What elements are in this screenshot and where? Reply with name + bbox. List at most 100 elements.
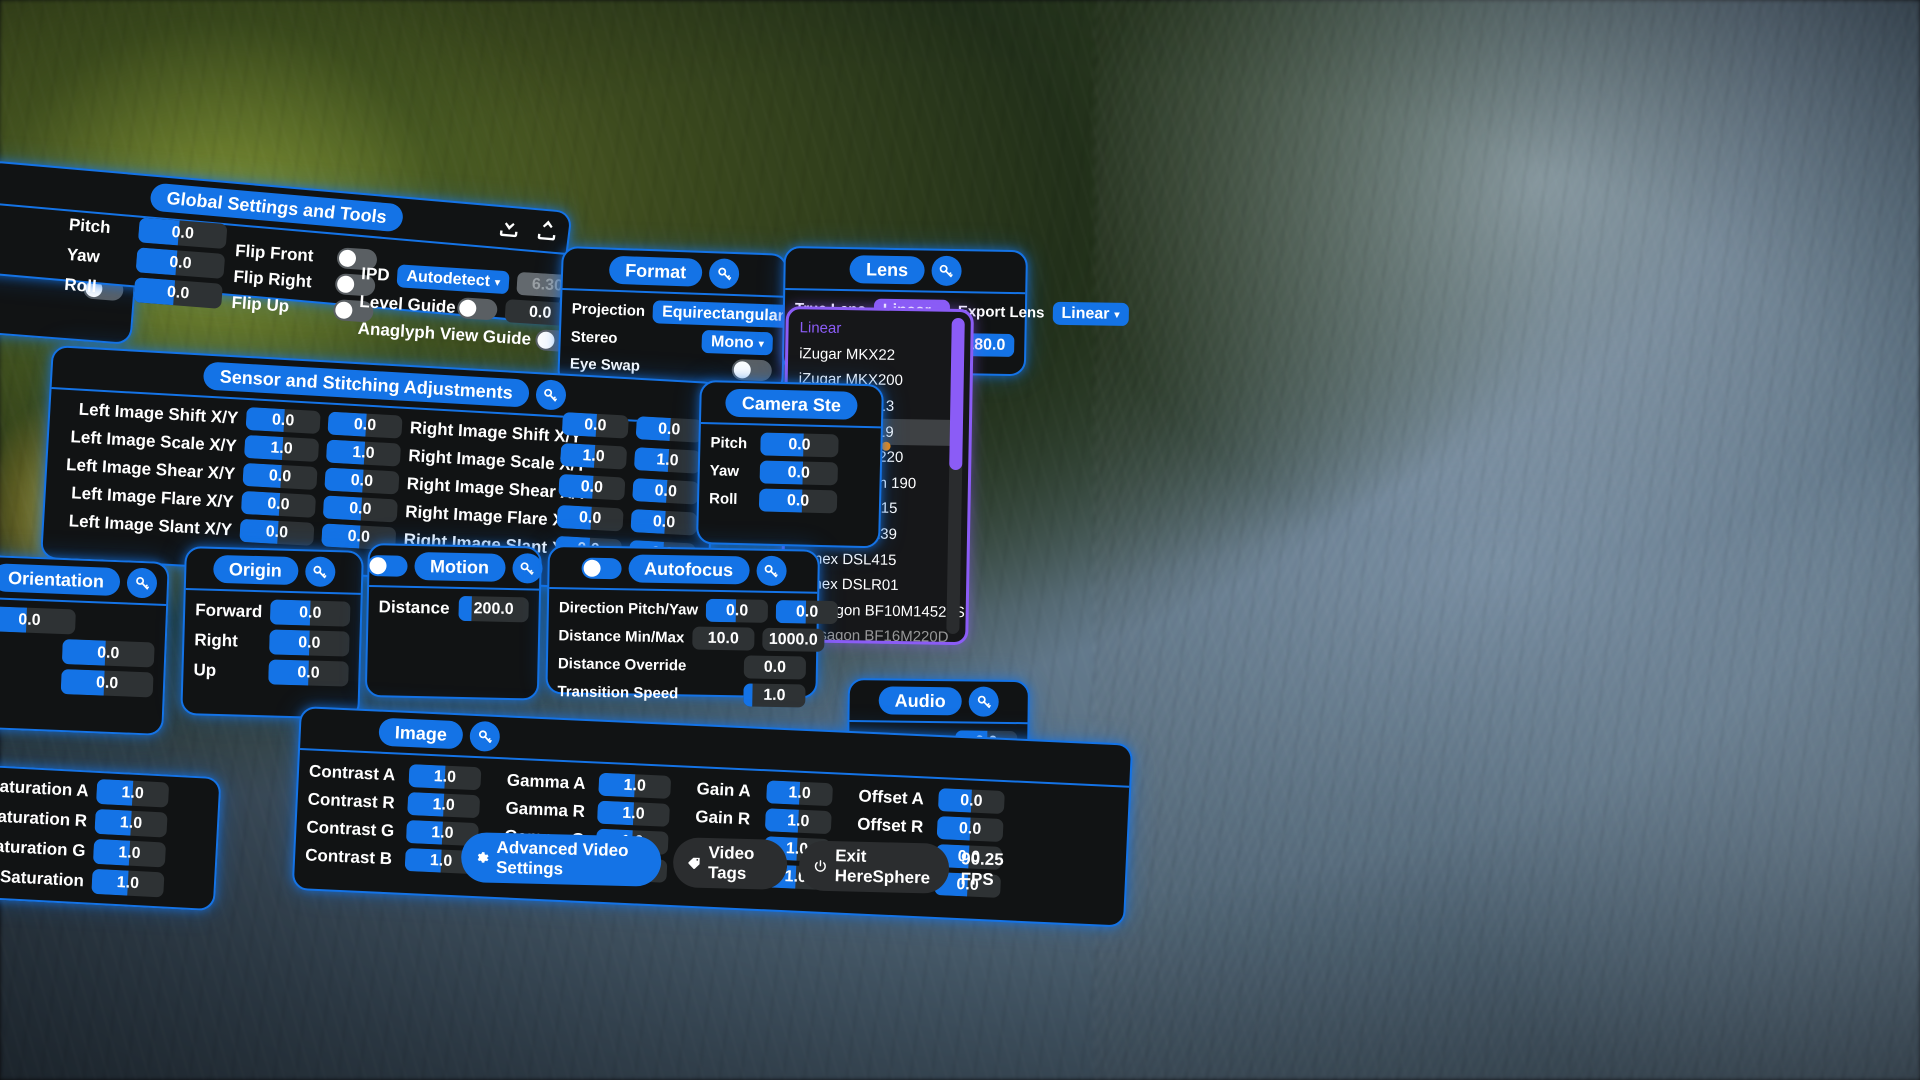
key-icon[interactable]	[126, 567, 158, 599]
right-image-flare-x[interactable]: 0.0	[556, 504, 624, 532]
right-image-shear-x[interactable]: 0.0	[558, 473, 626, 501]
autofocus-distance-min[interactable]: 10.0	[692, 626, 755, 651]
level-guide-toggle[interactable]	[456, 297, 498, 321]
orientation-row-2: 0.0	[0, 633, 155, 668]
format-panel: Format Projection Equirectangular▾ Stere…	[557, 246, 842, 412]
contrast-a-field[interactable]: 1.0	[408, 764, 482, 791]
origin-up-field[interactable]: 0.0	[268, 659, 349, 687]
video-tags-button[interactable]: Video Tags	[672, 837, 789, 890]
video-tags-label: Video Tags	[707, 843, 755, 883]
yaw-label: Yaw	[66, 244, 101, 266]
left-image-shear-y[interactable]: 0.0	[324, 467, 400, 495]
global-flip-toggles: Flip Front Flip Right Flip Up	[231, 240, 378, 328]
motion-enable-toggle[interactable]	[366, 554, 408, 577]
exit-heresphere-button[interactable]: Exit HereSphere	[798, 840, 950, 894]
global-row-roll: Roll 0.0	[63, 272, 223, 309]
key-icon[interactable]	[304, 556, 336, 588]
lens-option-izugar-mkx22[interactable]: iZugar MKX22	[788, 341, 970, 370]
key-icon[interactable]	[755, 555, 787, 587]
origin-forward-field[interactable]: 0.0	[269, 599, 351, 627]
right-image-shift-y[interactable]: 0.0	[635, 416, 703, 443]
camera-stereo-header: Camera Ste	[700, 382, 882, 429]
format-title: Format	[608, 255, 703, 288]
left-image-scale-y[interactable]: 1.0	[325, 439, 402, 467]
yaw-field[interactable]: 0.0	[135, 247, 226, 279]
gain-r-field[interactable]: 1.0	[764, 808, 832, 835]
left-image-shift-x[interactable]: 0.0	[245, 406, 321, 435]
right-image-shear-y[interactable]: 0.0	[632, 478, 700, 505]
anaglyph-label: Anaglyph View Guide	[357, 318, 532, 349]
right-image-scale-y[interactable]: 1.0	[633, 447, 702, 474]
power-icon	[815, 859, 827, 872]
key-icon[interactable]	[708, 258, 740, 290]
key-icon[interactable]	[469, 720, 501, 753]
gamma-r-field[interactable]: 1.0	[596, 800, 670, 827]
camera-yaw-field[interactable]: 0.0	[759, 460, 839, 486]
upload-icon[interactable]	[533, 216, 562, 244]
right-image-flare-y[interactable]: 0.0	[630, 508, 698, 536]
right-image-shift-x[interactable]: 0.0	[561, 412, 629, 439]
autofocus-direction-yaw[interactable]: 0.0	[775, 599, 839, 625]
origin-title: Origin	[212, 554, 299, 586]
key-icon[interactable]	[930, 255, 962, 287]
saturation-r-field[interactable]: 1.0	[94, 808, 168, 838]
gain-a-field[interactable]: 1.0	[766, 780, 834, 807]
autofocus-distance-minmax-label: Distance Min/Max	[558, 627, 685, 647]
camera-roll-field[interactable]: 0.0	[758, 488, 838, 514]
autofocus-transition-speed-label: Transition Speed	[557, 683, 679, 703]
key-icon[interactable]	[511, 553, 543, 584]
lens-option-linear[interactable]: Linear	[788, 315, 970, 344]
origin-right-field[interactable]: 0.0	[269, 629, 350, 657]
origin-body: Forward 0.0 Right 0.0 Up 0.0	[183, 590, 361, 701]
motion-distance-field[interactable]: 200.0	[458, 595, 529, 623]
offset-a-field[interactable]: 0.0	[937, 788, 1005, 815]
motion-distance-label: Distance	[378, 596, 450, 618]
offset-r-label: Offset R	[856, 813, 924, 836]
left-image-flare-x[interactable]: 0.0	[240, 490, 317, 518]
offset-a-row: Offset A 0.0	[858, 784, 1005, 815]
motion-header: Motion	[366, 545, 543, 591]
autofocus-distance-max[interactable]: 1000.0	[762, 627, 825, 652]
left-image-flare-y[interactable]: 0.0	[322, 495, 398, 523]
saturation-b-field[interactable]: 1.0	[91, 868, 165, 898]
lens-header: Lens	[785, 248, 1026, 295]
camera-pitch-field[interactable]: 0.0	[760, 432, 839, 458]
advanced-video-settings-button[interactable]: Advanced Video Settings	[460, 831, 662, 887]
orientation-value-2[interactable]: 0.0	[61, 639, 155, 668]
export-lens-dropdown[interactable]: Linear ▾	[1052, 301, 1129, 327]
left-image-scale-x[interactable]: 1.0	[243, 434, 320, 463]
motion-panel: Motion Distance 200.0	[364, 543, 543, 701]
saturation-g-field[interactable]: 1.0	[92, 838, 167, 868]
projection-dropdown[interactable]: Equirectangular▾	[652, 300, 804, 329]
autofocus-distance-override-field[interactable]: 0.0	[743, 655, 807, 680]
autofocus-distance-override-row: Distance Override 0.0	[558, 652, 807, 680]
gamma-a-field[interactable]: 1.0	[598, 772, 672, 799]
saturation-left-value-row: 2.0 Saturation A 1.0	[0, 769, 209, 810]
download-icon[interactable]	[495, 213, 524, 241]
contrast-r-field[interactable]: 1.0	[407, 791, 481, 819]
key-icon[interactable]	[534, 379, 567, 411]
key-icon[interactable]	[968, 686, 999, 717]
left-image-shear-label: Left Image Shear X/Y	[65, 454, 236, 483]
left-image-shift-y[interactable]: 0.0	[327, 411, 403, 439]
orientation-value-3[interactable]: 0.0	[60, 668, 154, 698]
eye-swap-toggle[interactable]	[731, 359, 773, 382]
left-image-shear-x[interactable]: 0.0	[242, 462, 318, 490]
autofocus-header: Autofocus	[549, 547, 818, 594]
autofocus-enable-toggle[interactable]	[580, 557, 622, 579]
camera-stereo-body: Pitch 0.0 Yaw 0.0 Roll 0.0	[698, 424, 880, 528]
roll-field[interactable]: 0.0	[133, 277, 223, 309]
right-image-scale-x[interactable]: 1.0	[559, 442, 628, 470]
autofocus-title: Autofocus	[627, 554, 750, 585]
orientation-value-1[interactable]: 0.0	[0, 605, 76, 635]
left-image-slant-x[interactable]: 0.0	[239, 518, 315, 546]
saturation-a-field[interactable]: 1.0	[95, 778, 170, 808]
autofocus-transition-speed-row: Transition Speed 1.0	[557, 680, 806, 708]
contrast-r-label: Contrast R	[307, 788, 396, 812]
pitch-field[interactable]: 0.0	[137, 217, 228, 250]
autofocus-direction-pitch[interactable]: 0.0	[705, 598, 769, 623]
lens-dropdown-scrollbar-thumb[interactable]	[949, 317, 965, 471]
stereo-dropdown[interactable]: Mono ▾	[701, 329, 774, 356]
autofocus-transition-speed-field[interactable]: 1.0	[743, 683, 806, 708]
orientation-row-1: h 0.0	[0, 603, 156, 637]
